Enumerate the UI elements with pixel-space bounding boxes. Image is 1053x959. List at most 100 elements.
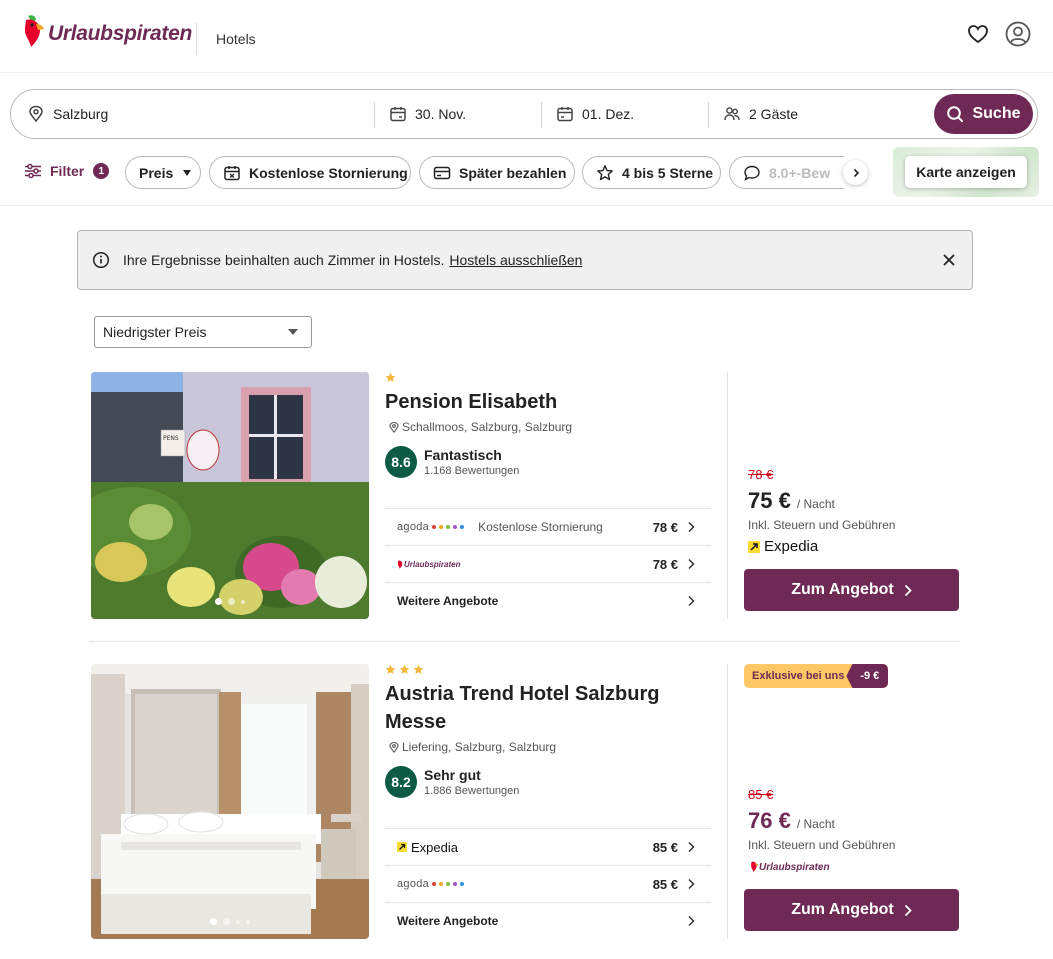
star-outline-icon bbox=[597, 164, 613, 180]
carousel-dot[interactable] bbox=[210, 918, 217, 925]
to-offer-button[interactable]: Zum Angebot bbox=[744, 889, 959, 931]
per-night-label: / Nacht bbox=[796, 817, 835, 831]
checkout-field[interactable]: 01. Dez. bbox=[556, 90, 634, 138]
taxes-note: Inkl. Steuern und Gebühren bbox=[748, 518, 896, 532]
to-offer-label: Zum Angebot bbox=[791, 901, 894, 918]
hotel-name[interactable]: Pension Elisabeth bbox=[385, 388, 715, 416]
offer-price: 78 € bbox=[652, 556, 678, 572]
exclusive-discount: -9 € bbox=[846, 664, 889, 688]
sort-select[interactable]: Niedrigster Preis bbox=[94, 316, 312, 348]
checkin-field[interactable]: 30. Nov. bbox=[389, 90, 466, 138]
calendar-checkin-icon bbox=[390, 107, 406, 122]
chevron-right-icon bbox=[688, 595, 695, 607]
parrot-logo-icon bbox=[24, 15, 44, 47]
expedia-logo-text: Expedia bbox=[411, 839, 458, 855]
filter-row-divider bbox=[0, 205, 1053, 206]
map-preview[interactable]: Karte anzeigen bbox=[893, 147, 1039, 197]
chevron-right-icon bbox=[688, 878, 695, 890]
review-count: 1.168 Bewertungen bbox=[424, 465, 520, 477]
hotel-photo-carousel[interactable] bbox=[91, 664, 369, 939]
offer-note: Kostenlose Stornierung bbox=[478, 520, 603, 534]
carousel-dot[interactable] bbox=[241, 599, 245, 604]
exclude-hostels-link[interactable]: Hostels ausschließen bbox=[449, 252, 582, 268]
hotel-stars bbox=[385, 372, 396, 383]
price-per-night: 75 € / Nacht bbox=[748, 488, 835, 514]
close-icon[interactable] bbox=[940, 251, 958, 269]
hotel-photo bbox=[91, 664, 369, 939]
chevron-right-icon bbox=[904, 904, 912, 916]
offer-row-urlaubspiraten[interactable]: Urlaubspiraten 78 € bbox=[385, 545, 711, 582]
per-night-label: / Nacht bbox=[796, 497, 835, 511]
carousel-dot[interactable] bbox=[236, 919, 240, 924]
chip-price-label: Preis bbox=[139, 164, 174, 181]
urlaubspiraten-small-logo: Urlaubspiraten bbox=[750, 859, 830, 873]
offer-price: 78 € bbox=[652, 519, 678, 535]
carousel-dot[interactable] bbox=[223, 918, 230, 925]
filter-button[interactable]: Filter 1 bbox=[24, 163, 110, 179]
expedia-logo-text: Expedia bbox=[764, 538, 819, 555]
chip-pay-later[interactable]: Später bezahlen bbox=[419, 156, 575, 189]
checkout-value: 01. Dez. bbox=[582, 106, 635, 122]
user-account-icon[interactable] bbox=[1005, 21, 1031, 47]
more-offers-row[interactable]: Weitere Angebote bbox=[385, 582, 711, 619]
location-pin-icon bbox=[389, 741, 399, 753]
to-offer-button[interactable]: Zum Angebot bbox=[744, 569, 959, 611]
carousel-dot[interactable] bbox=[228, 598, 235, 605]
sort-selected-value: Niedrigster Preis bbox=[103, 324, 207, 340]
offer-row-expedia[interactable]: Expedia 85 € bbox=[385, 828, 711, 865]
offer-row-agoda[interactable]: agoda Kostenlose Stornierung 78 € bbox=[385, 508, 711, 545]
carousel-dots bbox=[91, 598, 369, 605]
agoda-logo-text: agoda bbox=[397, 521, 430, 533]
carousel-dot[interactable] bbox=[246, 919, 250, 924]
chevron-right-icon bbox=[688, 915, 695, 927]
hotel-photo-carousel[interactable]: PENS bbox=[91, 372, 369, 619]
info-banner: Ihre Ergebnisse beinhalten auch Zimmer i… bbox=[77, 230, 973, 290]
taxes-note: Inkl. Steuern und Gebühren bbox=[748, 838, 896, 852]
star-icon bbox=[413, 664, 424, 674]
search-button-label: Suche bbox=[972, 105, 1021, 122]
info-icon bbox=[92, 251, 110, 269]
chip-price[interactable]: Preis bbox=[125, 156, 201, 189]
chevron-down-icon bbox=[183, 169, 192, 176]
search-button[interactable]: Suche bbox=[934, 94, 1033, 134]
current-price: 75 € bbox=[748, 488, 791, 513]
chevron-right-icon bbox=[688, 558, 695, 570]
show-map-label: Karte anzeigen bbox=[916, 164, 1016, 180]
chip-stars[interactable]: 4 bis 5 Sterne bbox=[582, 156, 721, 189]
carousel-dot[interactable] bbox=[215, 598, 222, 605]
hotel-location-text: Schallmoos, Salzburg, Salzburg bbox=[402, 420, 573, 434]
show-map-button[interactable]: Karte anzeigen bbox=[905, 156, 1027, 188]
offer-price: 85 € bbox=[652, 839, 678, 855]
caret-down-icon bbox=[288, 329, 298, 335]
card-separator bbox=[89, 641, 960, 642]
calendar-cancel-icon bbox=[224, 165, 240, 180]
offer-row-agoda[interactable]: agoda 85 € bbox=[385, 865, 711, 902]
hotel-name[interactable]: Austria Trend Hotel Salzburg Messe bbox=[385, 680, 685, 736]
destination-field[interactable]: Salzburg bbox=[27, 90, 108, 138]
calendar-checkout-icon bbox=[557, 107, 573, 122]
review-count: 1.886 Bewertungen bbox=[424, 785, 520, 797]
chevron-right-icon bbox=[904, 584, 912, 596]
top-header: Urlaubspiraten Hotels bbox=[0, 0, 1053, 73]
location-pin-icon bbox=[389, 421, 399, 433]
more-offers-row[interactable]: Weitere Angebote bbox=[385, 902, 711, 939]
urlaubspiraten-small-text: Urlaubspiraten bbox=[404, 560, 461, 569]
exclusive-label: Exklusive bei uns bbox=[744, 664, 853, 688]
guests-field[interactable]: 2 Gäste bbox=[723, 90, 798, 138]
rating-label: Sehr gut bbox=[424, 767, 481, 783]
chips-scroll-next-button[interactable] bbox=[843, 160, 868, 185]
chip-rating[interactable]: 8.0+-Bew bbox=[729, 156, 844, 189]
chip-free-cancellation[interactable]: Kostenlose Stornierung bbox=[209, 156, 411, 189]
card-vertical-divider bbox=[727, 372, 728, 619]
credit-card-icon bbox=[433, 166, 451, 179]
heart-icon[interactable] bbox=[967, 24, 989, 44]
review-score-badge: 8.6 bbox=[385, 446, 417, 478]
search-separator bbox=[541, 102, 542, 128]
brand-logo[interactable]: Urlaubspiraten bbox=[22, 14, 192, 48]
location-pin-icon bbox=[29, 105, 43, 123]
hotel-stars bbox=[385, 664, 424, 675]
offer-price: 85 € bbox=[652, 876, 678, 892]
nav-hotels-link[interactable]: Hotels bbox=[216, 31, 256, 47]
hotel-location: Liefering, Salzburg, Salzburg bbox=[388, 740, 556, 754]
price-per-night: 76 € / Nacht bbox=[748, 808, 835, 834]
